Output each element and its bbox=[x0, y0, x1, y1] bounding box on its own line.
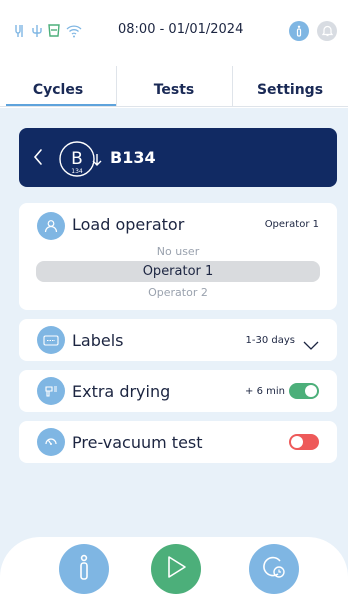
cycle-logo-letter: B bbox=[71, 149, 83, 169]
chevron-down-icon[interactable] bbox=[303, 336, 319, 355]
toggle-knob bbox=[305, 385, 317, 397]
notifications-button[interactable] bbox=[317, 21, 337, 41]
tab-settings[interactable]: Settings bbox=[232, 66, 348, 106]
bell-icon bbox=[321, 22, 333, 41]
usb-connection-icon bbox=[14, 23, 26, 42]
tab-bar: Cycles Tests Settings bbox=[0, 66, 348, 106]
info-icon bbox=[295, 22, 303, 41]
usb-icon bbox=[32, 23, 42, 42]
dryer-icon bbox=[37, 377, 65, 405]
cycle-name: B134 bbox=[110, 148, 156, 167]
load-operator-value: Operator 1 bbox=[264, 219, 319, 230]
start-cycle-button[interactable] bbox=[151, 544, 201, 594]
info-icon bbox=[77, 554, 91, 584]
vacuum-gauge-icon bbox=[37, 428, 65, 456]
info-action-button[interactable] bbox=[59, 544, 109, 594]
top-panel: 08:00 - 01/01/2024 Cycles Tests Settings bbox=[0, 0, 348, 108]
tab-tests[interactable]: Tests bbox=[116, 66, 232, 106]
info-button[interactable] bbox=[289, 21, 309, 41]
extra-drying-card: Extra drying + 6 min bbox=[19, 370, 337, 412]
datetime-display: 08:00 - 01/01/2024 bbox=[118, 22, 244, 37]
delayed-start-button[interactable] bbox=[249, 544, 299, 594]
cycle-logo: B 134 bbox=[57, 138, 109, 184]
load-operator-card: Load operator Operator 1 No user Operato… bbox=[19, 203, 337, 310]
extra-drying-value: + 6 min bbox=[245, 386, 285, 397]
operator-option[interactable]: No user bbox=[36, 245, 320, 258]
delayed-start-icon bbox=[260, 553, 288, 585]
tab-cycles[interactable]: Cycles bbox=[0, 66, 116, 106]
pre-vacuum-card: Pre-vacuum test bbox=[19, 421, 337, 463]
labels-card[interactable]: Labels 1-30 days bbox=[19, 319, 337, 361]
operator-option[interactable]: Operator 2 bbox=[36, 286, 320, 299]
cycle-header: B 134 B134 bbox=[19, 128, 337, 187]
operator-option-selected[interactable]: Operator 1 bbox=[36, 261, 320, 282]
status-icons bbox=[14, 22, 82, 42]
pre-vacuum-label: Pre-vacuum test bbox=[72, 433, 203, 452]
wifi-icon bbox=[66, 23, 82, 42]
tabs-divider bbox=[0, 106, 348, 107]
labels-label: Labels bbox=[72, 331, 124, 350]
load-operator-label: Load operator bbox=[72, 215, 185, 234]
cycle-logo-number: 134 bbox=[71, 168, 83, 175]
water-level-icon bbox=[48, 23, 60, 42]
back-chevron-icon[interactable] bbox=[33, 148, 43, 170]
extra-drying-toggle[interactable] bbox=[289, 383, 319, 399]
label-printer-icon bbox=[37, 326, 65, 354]
play-icon bbox=[165, 555, 187, 583]
bottom-action-bar bbox=[0, 537, 348, 594]
status-bar: 08:00 - 01/01/2024 bbox=[0, 0, 348, 60]
user-icon bbox=[37, 212, 65, 240]
toggle-knob bbox=[291, 436, 303, 448]
labels-value: 1-30 days bbox=[245, 335, 295, 346]
pre-vacuum-toggle[interactable] bbox=[289, 434, 319, 450]
extra-drying-label: Extra drying bbox=[72, 382, 171, 401]
